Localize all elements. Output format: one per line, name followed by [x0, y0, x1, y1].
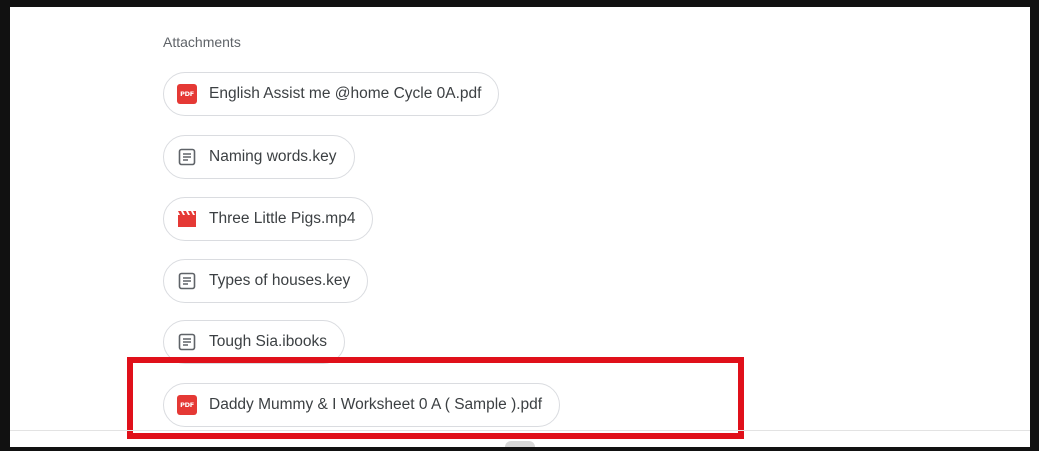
pdf-icon: PDF: [177, 84, 197, 104]
document-icon: [177, 271, 197, 291]
attachment-chip-three-little-pigs[interactable]: Three Little Pigs.mp4: [163, 197, 374, 241]
video-icon: [177, 209, 197, 229]
attachment-name: Naming words.key: [209, 148, 337, 165]
scroll-indicator[interactable]: [505, 441, 535, 447]
attachment-chip-english-assist[interactable]: PDF English Assist me @home Cycle 0A.pdf: [163, 72, 500, 116]
document-icon: [177, 147, 197, 167]
attachment-chip-types-of-houses[interactable]: Types of houses.key: [163, 259, 369, 303]
attachment-name: Types of houses.key: [209, 272, 351, 289]
attachment-chip-naming-words[interactable]: Naming words.key: [163, 135, 355, 179]
attachment-name: Three Little Pigs.mp4: [209, 210, 356, 227]
attachments-heading: Attachments: [163, 34, 241, 50]
highlight-box: [127, 357, 744, 439]
attachment-name: Tough Sia.ibooks: [209, 333, 328, 350]
document-icon: [177, 332, 197, 352]
attachment-name: English Assist me @home Cycle 0A.pdf: [209, 85, 482, 102]
divider: [10, 430, 1030, 431]
